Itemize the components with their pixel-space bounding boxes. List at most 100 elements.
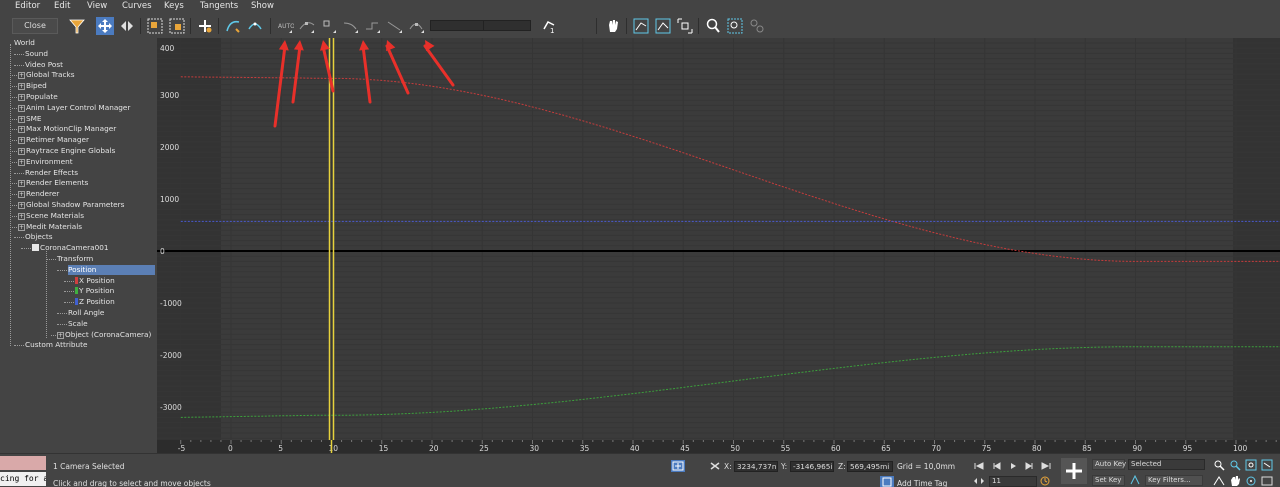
menu-keys[interactable]: Keys — [164, 1, 184, 11]
zoom-viewport-icon[interactable] — [1212, 459, 1226, 471]
tree-item[interactable]: + Max MotionClip Manager — [18, 124, 116, 134]
field-of-view-icon[interactable] — [1212, 475, 1226, 487]
expand-toggle-icon[interactable]: + — [18, 180, 25, 188]
tree-item[interactable]: Transform — [57, 254, 93, 264]
tree-item[interactable]: World — [14, 38, 35, 48]
tree-item[interactable]: + Environment — [18, 157, 73, 167]
next-frame-icon[interactable] — [1022, 460, 1036, 472]
tangent-auto-icon[interactable]: AUTO — [276, 17, 294, 35]
scale-values-icon[interactable] — [168, 17, 186, 35]
expand-toggle-icon[interactable]: + — [57, 331, 64, 339]
play-icon[interactable] — [1006, 460, 1020, 472]
expand-toggle-icon[interactable]: + — [18, 191, 25, 199]
tree-item[interactable]: + Populate — [18, 92, 58, 102]
tree-item[interactable]: + Renderer — [18, 189, 59, 199]
reduce-keys-icon[interactable] — [246, 17, 264, 35]
current-frame-field[interactable]: 11 — [989, 476, 1037, 487]
go-to-end-icon[interactable] — [1039, 460, 1053, 472]
time-tag-icon[interactable] — [880, 476, 894, 487]
tree-item[interactable]: + Biped — [18, 81, 47, 91]
expand-toggle-icon[interactable]: + — [18, 94, 25, 101]
set-key-button[interactable]: Set Key — [1092, 475, 1125, 486]
tangent-fast-icon[interactable] — [320, 17, 338, 35]
tree-item[interactable]: + Retimer Manager — [18, 135, 89, 145]
tree-item[interactable]: Custom Attribute — [25, 340, 88, 350]
slide-keys-icon[interactable] — [118, 17, 136, 35]
pan-viewport-icon[interactable] — [1228, 475, 1242, 487]
tree-item[interactable]: + Scene Materials — [18, 211, 84, 221]
tangent-step-icon[interactable] — [364, 17, 382, 35]
expand-toggle-icon[interactable]: + — [18, 137, 25, 145]
tangent-smooth-icon[interactable] — [408, 17, 426, 35]
key-mode-icon[interactable] — [1128, 474, 1142, 486]
menu-view[interactable]: View — [87, 1, 107, 11]
tree-item[interactable]: + SME — [18, 114, 42, 124]
add-keys-icon[interactable] — [196, 17, 214, 35]
tree-item[interactable]: Y Position — [75, 286, 114, 296]
expand-toggle-icon[interactable]: + — [18, 212, 25, 220]
expand-toggle-icon[interactable]: + — [18, 104, 25, 112]
menu-tangents[interactable]: Tangents — [200, 1, 238, 11]
filter-icon[interactable] — [68, 17, 86, 35]
tree-item[interactable]: Roll Angle — [68, 308, 104, 318]
maximize-viewport-icon[interactable] — [1260, 475, 1274, 487]
absolute-mode-icon[interactable] — [708, 460, 722, 472]
expand-toggle-icon[interactable]: + — [18, 158, 25, 166]
maxscript-listener-output[interactable] — [0, 456, 46, 470]
go-to-start-icon[interactable] — [972, 460, 986, 472]
auto-key-button[interactable]: Auto Key — [1092, 459, 1126, 470]
key-filters-button[interactable]: Key Filters... — [1145, 475, 1203, 486]
tree-item[interactable]: + Anim Layer Control Manager — [18, 103, 130, 113]
x-coordinate-field[interactable]: 3234,737n — [734, 461, 778, 472]
value-field[interactable] — [483, 20, 531, 31]
isolate-curve-icon[interactable]: 1 — [540, 17, 558, 35]
previous-frame-icon[interactable] — [990, 460, 1004, 472]
time-ruler[interactable]: -5 0 5 10 15 20 25 30 35 40 45 50 55 60 65 70 75 80 85 90 95… — [157, 440, 1280, 453]
expand-toggle-icon[interactable]: + — [18, 223, 25, 231]
zoom-extents-icon[interactable] — [748, 17, 766, 35]
selection-lock-icon[interactable] — [671, 460, 685, 472]
tree-item[interactable]: + Raytrace Engine Globals — [18, 146, 115, 156]
tree-item[interactable]: Z Position — [75, 297, 115, 307]
tree-item[interactable]: Objects — [25, 232, 53, 242]
y-coordinate-field[interactable]: -3146,965i — [790, 461, 834, 472]
zoom-icon[interactable] — [704, 17, 722, 35]
orbit-icon[interactable] — [1244, 475, 1258, 487]
tree-item[interactable]: + Medit Materials — [18, 222, 82, 232]
menu-show[interactable]: Show — [251, 1, 274, 11]
zoom-region-icon[interactable] — [726, 17, 744, 35]
tangent-linear-icon[interactable] — [386, 17, 404, 35]
pan-icon[interactable] — [604, 17, 622, 35]
expand-toggle-icon[interactable]: + — [18, 126, 25, 134]
expand-toggle-icon[interactable]: + — [18, 115, 25, 123]
menu-curves[interactable]: Curves — [122, 1, 152, 11]
key-selection-dropdown[interactable]: Selected — [1128, 459, 1205, 470]
frame-values-icon[interactable] — [654, 17, 672, 35]
curve-graph[interactable]: 400 3000 2000 1000 0 -1000 -2000 -3000 — [157, 38, 1280, 440]
tangent-spline-icon[interactable] — [298, 17, 316, 35]
move-keys-icon[interactable] — [96, 17, 114, 35]
tangent-slow-icon[interactable] — [342, 17, 360, 35]
tree-item[interactable]: CoronaCamera001 — [32, 243, 109, 253]
zoom-all-icon[interactable] — [1228, 459, 1242, 471]
tree-item[interactable]: Render Effects — [25, 168, 78, 178]
menu-editor[interactable]: Editor — [15, 1, 40, 11]
menu-edit[interactable]: Edit — [54, 1, 70, 11]
scale-keys-icon[interactable] — [146, 17, 164, 35]
maxscript-listener-input[interactable]: cing for a — [0, 472, 46, 486]
frame-horizontal-icon[interactable] — [632, 17, 650, 35]
draw-curves-icon[interactable] — [224, 17, 242, 35]
controller-tree[interactable]: World Sound Video Post + Global Tracks + Biped… — [4, 38, 157, 453]
tree-item[interactable]: + Object (CoronaCamera) — [57, 330, 151, 340]
zoom-extents-all-icon[interactable] — [1260, 459, 1274, 471]
expand-toggle-icon[interactable]: + — [18, 83, 25, 91]
add-time-tag-button[interactable]: Add Time Tag — [897, 479, 947, 487]
tree-item[interactable]: + Global Shadow Parameters — [18, 200, 124, 210]
expand-toggle-icon[interactable]: + — [18, 72, 25, 80]
expand-toggle-icon[interactable]: + — [18, 148, 25, 155]
zoom-frame-icon[interactable] — [676, 17, 694, 35]
tree-item[interactable]: + Render Elements — [18, 178, 88, 188]
tree-item[interactable]: X Position — [75, 276, 115, 286]
tree-item[interactable]: Video Post — [25, 60, 63, 70]
tree-item[interactable]: Sound — [25, 49, 48, 59]
